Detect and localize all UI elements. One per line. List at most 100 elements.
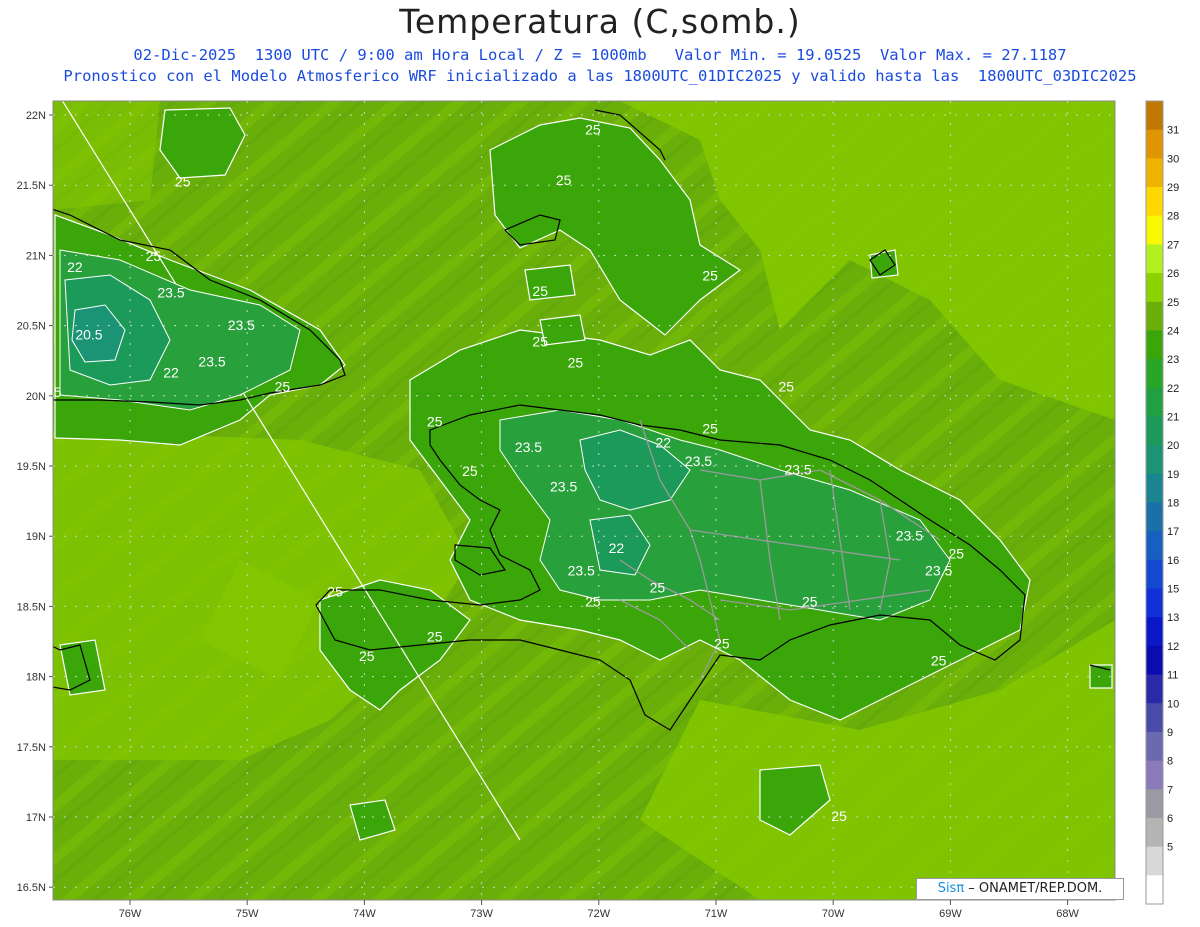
colorbar-label: 5 (1167, 842, 1173, 854)
temperature-map: 25222523.520.523.523.52223.5 252525252525… (17, 100, 1179, 920)
contour-label: 25 (327, 584, 343, 600)
contour-label: 25 (779, 379, 795, 395)
colorbar-swatch (1146, 158, 1163, 188)
colorbar-label: 19 (1167, 469, 1179, 481)
contour-label: 23.5 (157, 285, 184, 301)
colorbar-label: 18 (1167, 498, 1179, 510)
contour-label: 25 (702, 268, 718, 284)
colorbar-label: 28 (1167, 211, 1179, 223)
lat-label: 21.5N (17, 180, 46, 192)
contour-label: 22 (163, 365, 179, 381)
colorbar-label: 24 (1167, 325, 1179, 337)
colorbar-label: 17 (1167, 526, 1179, 538)
colorbar-swatch (1146, 101, 1163, 131)
colorbar-swatch (1146, 531, 1163, 561)
contour-label: 25 (175, 174, 191, 190)
lon-label: 71W (705, 908, 728, 920)
colorbar-swatch (1146, 502, 1163, 532)
contour-label: 22 (67, 259, 83, 275)
contour-label: 23.5 (568, 563, 595, 579)
colorbar-swatch (1146, 129, 1163, 159)
colorbar-swatch (1146, 559, 1163, 590)
colorbar-label: 23 (1167, 354, 1179, 366)
contour-label: 23.5 (896, 527, 923, 543)
contour-label: 23.5 (515, 439, 542, 455)
longitude-labels: 76W 75W 74W 73W 72W 71W 70W 69W 68W (119, 900, 1080, 920)
colorbar-label: 30 (1167, 153, 1179, 165)
contour-label: 25 (532, 283, 548, 299)
contour-label: 25 (585, 593, 601, 609)
lat-label: 17N (26, 812, 46, 824)
lon-label: 76W (119, 908, 142, 920)
contour-label: 25 (146, 248, 162, 264)
contour-label: 25 (568, 355, 584, 371)
colorbar-label: 13 (1167, 612, 1179, 624)
contour-label: 23.5 (784, 461, 811, 477)
contour-label: 23.5 (550, 478, 577, 494)
colorbar-swatch (1146, 187, 1163, 217)
colorbar-swatch (1146, 301, 1163, 331)
lat-label: 20N (26, 391, 46, 403)
colorbar-label: 26 (1167, 268, 1179, 280)
contour-label: 25 (702, 421, 718, 437)
contour-label: 25 (427, 414, 443, 430)
lat-label: 17.5N (17, 742, 46, 754)
credit-text: – ONAMET/REP.DOM. (964, 881, 1103, 896)
colorbar-label: 8 (1167, 756, 1173, 768)
colorbar: 31 30 29 28 27 26 25 24 23 22 21 20 19 18 17 16 15 13 12 11… (1145, 100, 1179, 905)
contour-label: 25 (462, 463, 478, 479)
lat-label: 19N (26, 531, 46, 543)
lon-label: 73W (470, 908, 493, 920)
colorbar-swatch (1146, 789, 1163, 819)
contour-label: 25 (802, 593, 818, 609)
colorbar-label: 20 (1167, 440, 1179, 452)
colorbar-label: 9 (1167, 727, 1173, 739)
colorbar-swatch (1146, 846, 1163, 876)
lon-label: 72W (587, 908, 610, 920)
contour-label: 25 (585, 122, 601, 138)
colorbar-swatch (1146, 215, 1163, 245)
contour-label: 22 (655, 435, 671, 451)
colorbar-swatch (1146, 645, 1163, 676)
colorbar-swatch (1146, 760, 1163, 790)
contour-label: 25 (714, 636, 730, 652)
contour-label: 23.5 (198, 353, 225, 369)
colorbar-label: 21 (1167, 411, 1179, 423)
contour-label: 25 (931, 652, 947, 668)
contour-label: 25 (948, 546, 964, 562)
contour-label: 23.5 (685, 453, 712, 469)
colorbar-swatch (1146, 875, 1163, 905)
colorbar-label: 29 (1167, 182, 1179, 194)
colorbar-swatch (1146, 703, 1163, 733)
lon-label: 75W (236, 908, 259, 920)
contour-label: 25 (359, 648, 375, 664)
colorbar-swatch (1146, 617, 1163, 647)
lat-label: 16.5N (17, 882, 46, 894)
contour-label: 25 (275, 379, 291, 395)
colorbar-swatch (1146, 387, 1163, 417)
contour-label: 25 (650, 579, 666, 595)
colorbar-label: 6 (1167, 813, 1173, 825)
credit-logo: Sisπ (937, 881, 965, 896)
contour-label: 25 (556, 172, 572, 188)
colorbar-label: 25 (1167, 297, 1179, 309)
lat-label: 20.5N (17, 321, 46, 333)
lat-label: 19.5N (17, 461, 46, 473)
lon-label: 70W (822, 908, 845, 920)
map-field (53, 101, 1115, 900)
contour-label: 23.5 (228, 317, 255, 333)
colorbar-swatch (1146, 445, 1163, 475)
lat-label: 21N (26, 250, 46, 262)
colorbar-swatch (1146, 330, 1163, 360)
contour-label: 23.5 (925, 563, 952, 579)
lon-label: 69W (939, 908, 962, 920)
colorbar-label: 31 (1167, 125, 1179, 137)
colorbar-label: 27 (1167, 239, 1179, 251)
colorbar-label: 16 (1167, 555, 1179, 567)
contour-label: 22 (609, 540, 625, 556)
lon-label: 74W (353, 908, 376, 920)
lat-label: 18N (26, 672, 46, 684)
lon-label: 68W (1056, 908, 1079, 920)
latitude-labels: 22N 21.5N 21N 20.5N 20N 19.5N 19N 18.5N 18N 17.5N… (17, 110, 53, 894)
colorbar-swatch (1146, 416, 1163, 446)
